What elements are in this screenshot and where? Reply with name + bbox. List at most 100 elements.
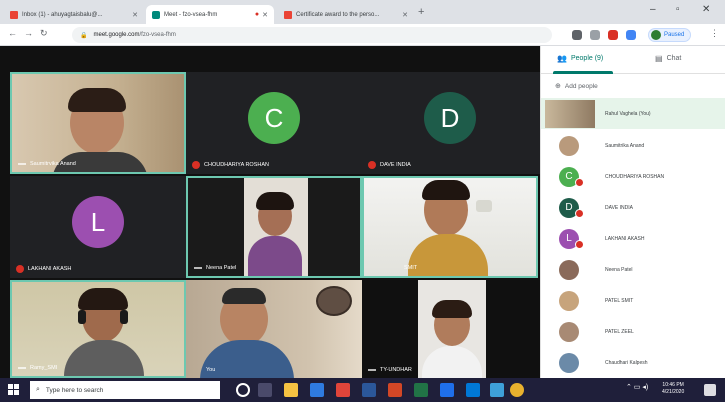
close-icon[interactable]: ✕ <box>262 11 268 19</box>
participant-tile[interactable]: L LAKHANI AKASH <box>10 176 186 278</box>
audio-icon <box>18 163 26 165</box>
participant-row[interactable]: PATEL SMIT <box>541 285 725 316</box>
person-shirt <box>248 236 302 276</box>
menu-icon[interactable]: ⋮ <box>710 28 719 39</box>
maximize-icon[interactable]: ▫ <box>676 4 680 15</box>
search-icon: ⌕ <box>36 386 40 393</box>
address-bar: ← → ↻ 🔒 meet.google.com /fzo-vsea-fhm Pa… <box>0 24 725 46</box>
tray-icons[interactable]: ⌃ ▭ ◂) <box>626 383 648 391</box>
participant-tile[interactable]: TY-UNDHAR <box>362 280 540 378</box>
mic-off-icon <box>575 209 584 218</box>
participant-tile[interactable]: C CHOUDHARIYA ROSHAN <box>186 72 362 174</box>
butterfly-decoration <box>476 200 492 212</box>
participant-name: CHOUDHARIYA ROSHAN <box>192 161 269 169</box>
participant-row[interactable]: Rahul Vaghela (You) <box>541 98 725 129</box>
participant-row[interactable]: C CHOUDHARIYA ROSHAN <box>541 161 725 192</box>
mic-off-icon <box>368 161 376 169</box>
cortana-icon[interactable] <box>236 383 250 397</box>
avatar <box>559 321 579 342</box>
edge-icon[interactable] <box>466 383 480 397</box>
tab-label: Certificate award to the perso... <box>296 11 380 18</box>
participant-name: Neena Patel <box>194 265 236 271</box>
app-icon[interactable] <box>336 383 350 397</box>
record-icon: ● <box>254 11 260 18</box>
mic-off-icon <box>192 161 200 169</box>
star-icon[interactable] <box>590 30 600 40</box>
avatar <box>559 352 579 373</box>
people-icon: 👥 <box>557 54 567 63</box>
participant-tile[interactable]: Ramy_SMI <box>10 280 186 378</box>
tab-certificate[interactable]: Certificate award to the perso... ✕ <box>278 5 414 24</box>
tab-chat[interactable]: ▤ Chat <box>655 54 681 63</box>
mic-off-icon <box>575 178 584 187</box>
tab-meet[interactable]: Meet - fzo-vsea-fhm ● ✕ <box>146 5 274 24</box>
audio-icon <box>368 369 376 371</box>
person-hair <box>222 288 266 304</box>
close-icon[interactable]: ✕ <box>402 11 408 19</box>
url-field[interactable]: 🔒 meet.google.com /fzo-vsea-fhm <box>72 27 552 43</box>
lock-icon: 🔒 <box>80 32 88 39</box>
task-view-icon[interactable] <box>258 383 272 397</box>
participant-name: You <box>206 367 216 373</box>
participant-row[interactable]: PATEL ZEEL <box>541 316 725 347</box>
profile-label: Paused <box>664 32 685 38</box>
person-hair <box>432 300 472 318</box>
camera-icon[interactable] <box>572 30 582 40</box>
extension-icon[interactable] <box>626 30 636 40</box>
chrome-icon[interactable] <box>510 383 524 397</box>
mail-icon[interactable] <box>440 383 454 397</box>
participant-tile[interactable]: Saumitrvika Anand <box>10 72 186 174</box>
tab-gmail[interactable]: Inbox (1) - ahuyagtaisbalu@... ✕ <box>4 5 144 24</box>
clock[interactable]: 10:46 PM 4/21/2020 <box>662 382 684 396</box>
add-people-button[interactable]: ⊕ Add people <box>555 82 598 91</box>
participant-name: SMIT <box>404 265 418 271</box>
minimize-icon[interactable]: – <box>650 4 656 15</box>
app-icon[interactable] <box>490 383 504 397</box>
url-path: /fzo-vsea-fhm <box>139 32 176 38</box>
participant-row[interactable]: L LAKHANI AKASH <box>541 223 725 254</box>
person-hair <box>68 88 126 112</box>
close-window-icon[interactable]: ✕ <box>702 4 710 15</box>
profile-button[interactable]: Paused <box>648 28 692 42</box>
new-tab-icon[interactable]: + <box>418 6 424 18</box>
tab-label: Inbox (1) - ahuyagtaisbalu@... <box>22 11 103 18</box>
tab-label: Meet - fzo-vsea-fhm <box>164 11 218 18</box>
avatar <box>559 259 579 280</box>
participant-tile[interactable]: SMIT <box>362 176 538 278</box>
windows-start-icon[interactable] <box>8 384 20 396</box>
audio-icon <box>194 267 202 269</box>
chat-icon: ▤ <box>655 54 663 63</box>
participant-name: LAKHANI AKASH <box>16 265 71 273</box>
participant-row[interactable]: Saumitrika Anand <box>541 130 725 161</box>
participant-tile[interactable]: Neena Patel <box>186 176 362 278</box>
participant-row[interactable]: D DAVE INDIA <box>541 192 725 223</box>
excel-icon[interactable] <box>414 383 428 397</box>
taskbar-search-input[interactable]: ⌕ Type here to search <box>30 381 220 399</box>
gmail-icon <box>284 10 292 19</box>
back-icon[interactable]: ← <box>8 28 17 38</box>
participant-tile[interactable]: You <box>186 280 362 378</box>
mic-off-icon <box>16 265 24 273</box>
participant-name: Saumitrvika Anand <box>18 161 76 167</box>
powerpoint-icon[interactable] <box>388 383 402 397</box>
screen: Inbox (1) - ahuyagtaisbalu@... ✕ Meet - … <box>0 0 725 402</box>
wall-frame <box>316 286 352 316</box>
gmail-icon <box>10 10 18 19</box>
forward-icon[interactable]: → <box>24 28 33 38</box>
person-hair <box>422 180 470 200</box>
tab-people[interactable]: 👥 People (9) <box>557 54 603 63</box>
participant-tile[interactable]: D DAVE INDIA <box>362 72 540 174</box>
word-icon[interactable] <box>362 383 376 397</box>
close-icon[interactable]: ✕ <box>132 11 138 19</box>
active-tab-indicator <box>553 71 613 74</box>
extension-icon[interactable] <box>608 30 618 40</box>
notification-icon[interactable] <box>704 384 716 396</box>
avatar <box>559 290 579 311</box>
file-explorer-icon[interactable] <box>284 383 298 397</box>
store-icon[interactable] <box>310 383 324 397</box>
participant-name: DAVE INDIA <box>368 161 411 169</box>
add-person-icon: ⊕ <box>555 83 561 90</box>
reload-icon[interactable]: ↻ <box>40 28 48 39</box>
participant-row[interactable]: Neena Patel <box>541 254 725 285</box>
participant-row[interactable]: Chaudhari Kalpesh <box>541 347 725 378</box>
